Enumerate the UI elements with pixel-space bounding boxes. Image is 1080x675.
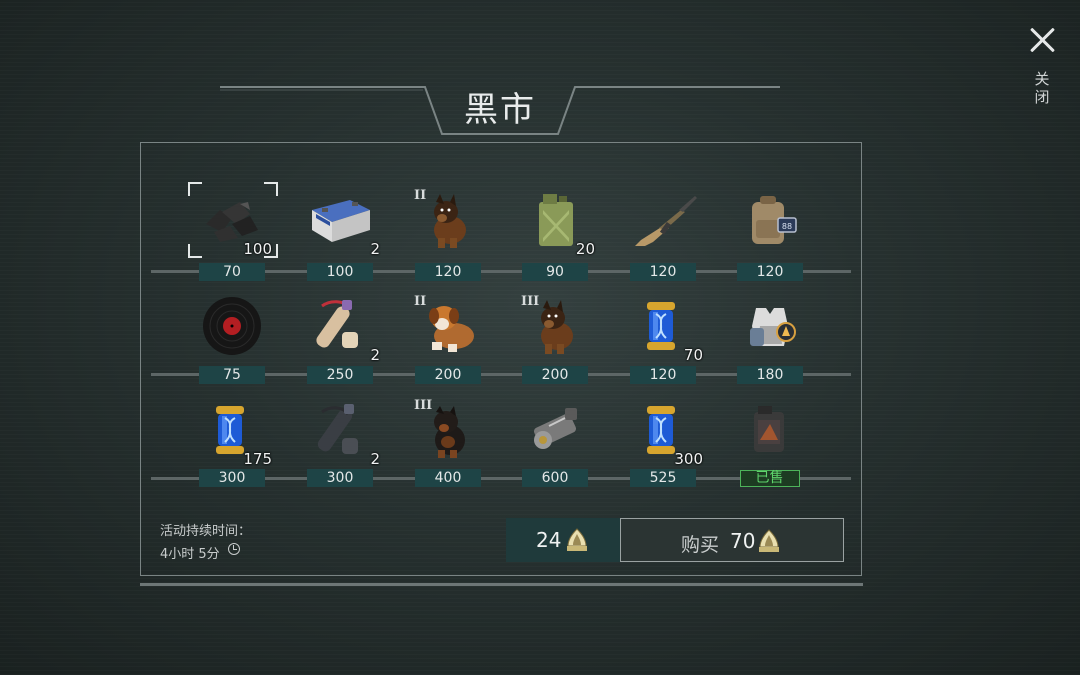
quantity-label: 175: [243, 450, 272, 468]
tier-label: III: [521, 294, 540, 309]
jerrycan-item[interactable]: 20: [515, 180, 595, 260]
quantity-label: 2: [370, 450, 380, 468]
price-tag: 180: [737, 366, 803, 384]
price-tag: 200: [522, 366, 588, 384]
price-tag: 200: [415, 366, 481, 384]
sold-badge: 已售: [739, 470, 800, 487]
car-battery-icon: [312, 200, 370, 242]
price-tag: 75: [199, 366, 265, 384]
tier-label: II: [414, 294, 427, 309]
capsule-item[interactable]: 175: [192, 390, 272, 470]
currency-balance: 24: [506, 518, 620, 562]
buy-button[interactable]: 购买 70: [620, 518, 844, 562]
capsule-item[interactable]: 70: [623, 286, 703, 366]
rifle-item[interactable]: [623, 180, 703, 260]
buy-price: 70: [730, 529, 756, 553]
duration-label: 活动持续时间：: [160, 524, 252, 539]
price-tag: 300: [199, 469, 265, 487]
coin-icon: [567, 528, 587, 551]
vest-item[interactable]: [730, 286, 810, 366]
price-tag: 600: [522, 469, 588, 487]
vinyl-item[interactable]: [192, 286, 272, 366]
scroll-item[interactable]: 2: [300, 286, 380, 366]
assault-rifle-icon: [635, 196, 697, 246]
selection-bracket: [264, 244, 278, 258]
backpack-icon: 88: [752, 196, 797, 244]
tier-label: III: [414, 398, 433, 413]
vinyl-record-icon: [203, 297, 261, 355]
clock-icon: [228, 543, 240, 555]
price-tag: 90: [522, 263, 588, 281]
duration-value: 4小时 5分: [160, 547, 220, 562]
quantity-label: 2: [370, 346, 380, 364]
selection-bracket: [188, 244, 202, 258]
armor-vest-icon: [750, 308, 796, 346]
battery-item[interactable]: 2: [300, 180, 380, 260]
price-tag: 70: [199, 263, 265, 281]
price-tag: 120: [415, 263, 481, 281]
capsule-item[interactable]: 300: [623, 390, 703, 470]
price-tag: 250: [307, 366, 373, 384]
page-title: 黑市: [464, 90, 536, 130]
coin-icon: [759, 529, 779, 552]
selection-bracket: [264, 182, 278, 196]
quantity-label: 20: [575, 240, 595, 258]
close-icon[interactable]: [1026, 24, 1058, 56]
dog-item[interactable]: III: [515, 286, 595, 366]
quantity-label: 300: [674, 450, 703, 468]
selection-bracket: [188, 182, 202, 196]
engine-part-icon: [533, 408, 577, 449]
backpack-item[interactable]: 88: [730, 180, 810, 260]
price-tag: 525: [630, 469, 696, 487]
quantity-label: 70: [683, 346, 703, 364]
dog-item[interactable]: III: [408, 390, 488, 470]
buy-label: 购买: [681, 534, 720, 556]
dark-scroll-icon: [317, 404, 358, 454]
canister-item[interactable]: [730, 390, 810, 470]
dog-item[interactable]: II: [408, 180, 488, 260]
blueprint-scroll-icon: [316, 300, 358, 348]
price-tag: 120: [630, 366, 696, 384]
price-tag: 120: [737, 263, 803, 281]
close-label[interactable]: 关闭: [1032, 70, 1052, 106]
price-tag: 120: [630, 263, 696, 281]
balance-amount: 24: [536, 528, 562, 552]
quantity-label: 2: [370, 240, 380, 258]
dog-item[interactable]: II: [408, 286, 488, 366]
price-tag: 400: [415, 469, 481, 487]
price-tag: 100: [307, 263, 373, 281]
engine-item[interactable]: [515, 390, 595, 470]
price-tag: 300: [307, 469, 373, 487]
coal-item[interactable]: 100: [188, 180, 278, 260]
tier-label: II: [414, 188, 427, 203]
svg-text:88: 88: [782, 222, 792, 231]
scroll-item[interactable]: 2: [300, 390, 380, 470]
panel-divider: [140, 583, 863, 586]
fuel-canister-icon: [754, 406, 784, 452]
